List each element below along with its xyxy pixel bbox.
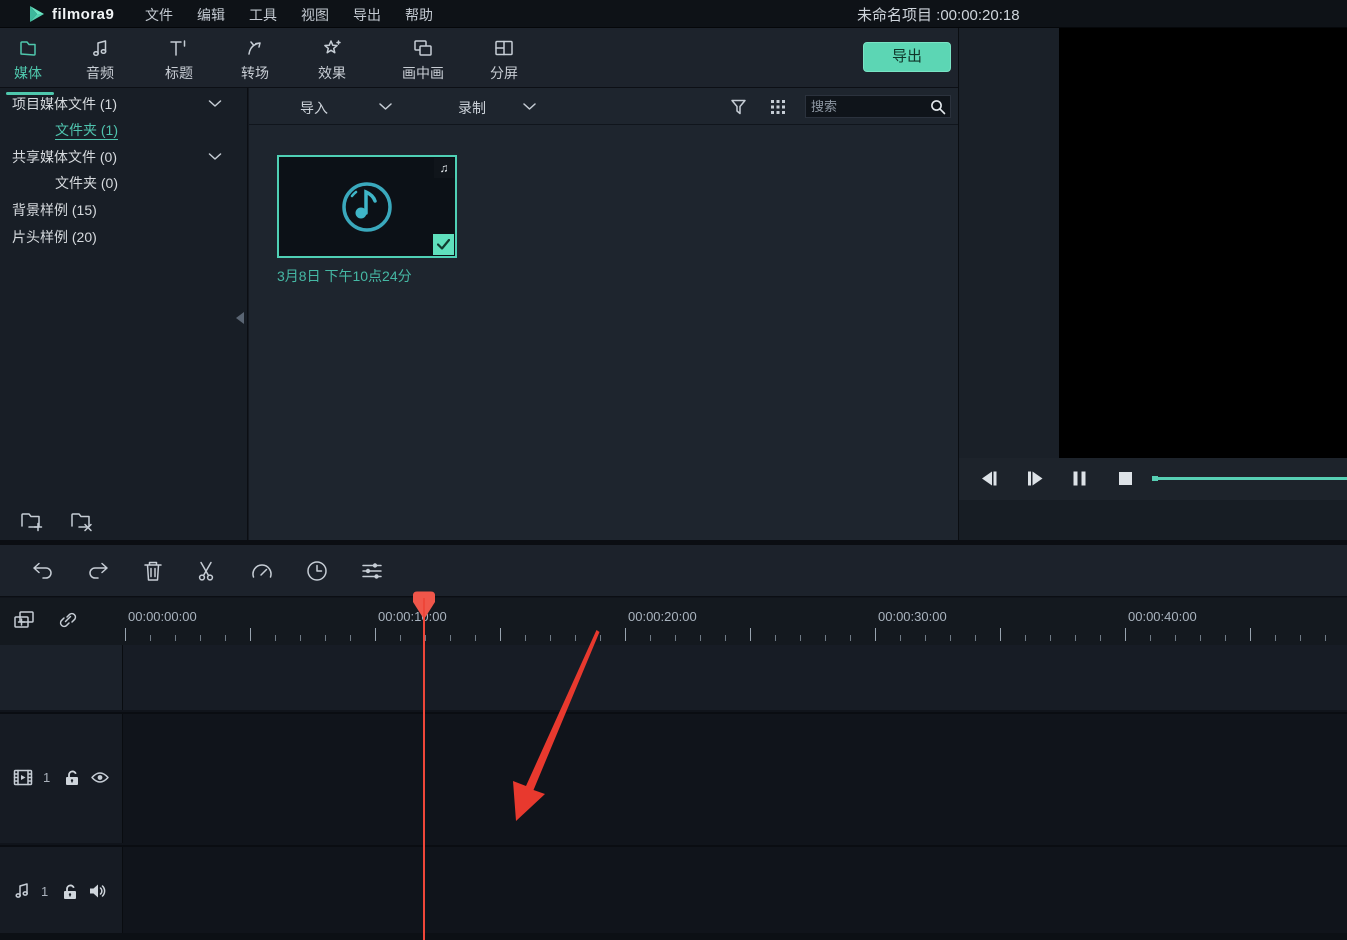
adjust-sliders-icon[interactable] [360,560,384,582]
tab-transitions[interactable]: 转场 [229,36,281,84]
export-button[interactable]: 导出 [863,42,951,72]
import-chevron-icon[interactable] [379,103,392,111]
audio-track-number: 1 [41,884,48,899]
link-icon[interactable] [56,609,80,631]
add-folder-icon[interactable] [18,508,44,532]
active-tab-underline [6,92,54,95]
record-button[interactable]: 录制 [458,98,486,118]
playhead-line[interactable] [423,598,425,940]
audio-track[interactable]: 1 ♪ 3月8日 下午10点24分 [0,845,1347,933]
library-tab-bar: 媒体 音频 标题 转场 效果 画中画 分屏 导出 [0,28,958,88]
import-button[interactable]: 导入 [300,98,328,118]
video-preview-screen [1059,28,1347,458]
audio-track-mute-speaker-icon[interactable] [88,883,107,899]
menu-help[interactable]: 帮助 [405,5,433,25]
title-T-icon [168,38,190,58]
audio-track-lock-icon[interactable] [62,883,78,900]
folder-icon [17,38,39,58]
timeline-toolbar [0,545,1347,597]
music-note-icon [90,38,110,58]
sidebar-item-sample-intros[interactable]: 片头样例 (20) [12,227,97,247]
picture-in-picture-icon [412,38,434,58]
timeline-ruler-row: 00:00:00:00 00:00:10:00 00:00:20:00 00:0… [0,598,1347,645]
app-logo: filmora9 [28,5,114,23]
audio-track-icon [13,882,31,900]
redo-icon[interactable] [86,560,110,582]
delete-icon[interactable] [143,560,163,582]
sidebar-item-sample-backgrounds[interactable]: 背景样例 (15) [12,200,97,220]
undo-icon[interactable] [31,560,55,582]
menu-tools[interactable]: 工具 [249,5,277,25]
add-track-icon[interactable] [12,609,36,631]
ruler-label-20: 00:00:20:00 [628,609,697,624]
stop-button[interactable] [1118,470,1133,487]
media-library-sidebar: 项目媒体文件 (1) 文件夹 (1) 共享媒体文件 (0) 文件夹 (0) 背景… [0,88,248,540]
menu-view[interactable]: 视图 [301,5,329,25]
search-input[interactable] [811,97,926,116]
sidebar-item-folder-1[interactable]: 文件夹 (1) [55,120,118,140]
search-box [805,95,951,118]
video-track-icon [13,769,33,786]
split-scissors-icon[interactable] [196,560,218,582]
menu-edit[interactable]: 编辑 [197,5,225,25]
play-button[interactable] [1026,470,1045,487]
preview-bottom-strip [959,500,1347,540]
filmora-logo-icon [28,5,46,23]
ruler-label-0: 00:00:00:00 [128,609,197,624]
audio-track-header: 1 [0,847,123,933]
timeline-ruler[interactable]: 00:00:00:00 00:00:10:00 00:00:20:00 00:0… [123,598,1347,645]
preview-progress-line[interactable] [1152,477,1347,480]
tab-effects[interactable]: 效果 [306,36,358,84]
media-item-audio-clip[interactable]: ♫ [277,155,457,258]
tab-titles[interactable]: 标题 [153,36,205,84]
timeline-panel: 00:00:00:00 00:00:10:00 00:00:20:00 00:0… [0,540,1347,940]
tab-media[interactable]: 媒体 [2,36,54,84]
used-in-timeline-check-icon [433,234,454,255]
effects-star-icon [321,38,343,58]
media-panel-toolbar: 导入 录制 [249,88,958,125]
video-track-visibility-eye-icon[interactable] [90,770,110,785]
preview-panel [958,28,1347,540]
split-screen-icon [493,38,515,58]
chevron-down-icon[interactable] [208,100,222,108]
sidebar-item-shared-media[interactable]: 共享媒体文件 (0) [12,147,117,167]
tab-split-screen[interactable]: 分屏 [478,36,530,84]
ruler-label-40: 00:00:40:00 [1128,609,1197,624]
tab-audio[interactable]: 音频 [74,36,126,84]
video-track[interactable]: 1 [0,712,1347,843]
record-chevron-icon[interactable] [523,103,536,111]
upper-band-header [0,645,123,710]
project-title-timecode: 未命名项目 :00:00:20:18 [857,4,1020,25]
transition-icon [245,38,265,58]
video-track-header: 1 [0,714,123,843]
speed-icon[interactable] [250,560,274,582]
brand-name: filmora9 [52,6,114,23]
ruler-label-30: 00:00:30:00 [878,609,947,624]
filter-icon[interactable] [730,98,747,116]
audio-type-badge-icon: ♫ [434,158,454,178]
previous-frame-button[interactable] [980,470,999,487]
playback-controls [959,458,1347,500]
menu-file[interactable]: 文件 [145,5,173,25]
video-track-number: 1 [43,770,50,785]
grid-view-icon[interactable] [770,99,786,115]
delete-folder-icon[interactable] [68,508,94,532]
video-track-lock-icon[interactable] [64,769,80,786]
timeline-bottom-strip [0,933,1347,940]
chevron-down-icon[interactable] [208,153,222,161]
duration-clock-icon[interactable] [306,560,328,582]
sidebar-item-project-media[interactable]: 项目媒体文件 (1) [12,94,117,114]
sidebar-item-folder-0[interactable]: 文件夹 (0) [55,173,118,193]
search-icon[interactable] [930,99,946,115]
timeline-upper-band [0,645,1347,710]
tab-pip[interactable]: 画中画 [388,36,458,84]
audio-thumbnail-icon [334,174,400,240]
sidebar-collapse-handle[interactable] [236,312,244,324]
media-browser-panel: 导入 录制 ♫ 3月8日 下午10点24分 [249,88,958,540]
menu-bar: filmora9 文件 编辑 工具 视图 导出 帮助 未命名项目 :00:00:… [0,0,1347,28]
media-item-caption: 3月8日 下午10点24分 [277,266,412,286]
menu-export[interactable]: 导出 [353,5,381,25]
pause-button[interactable] [1072,470,1087,487]
